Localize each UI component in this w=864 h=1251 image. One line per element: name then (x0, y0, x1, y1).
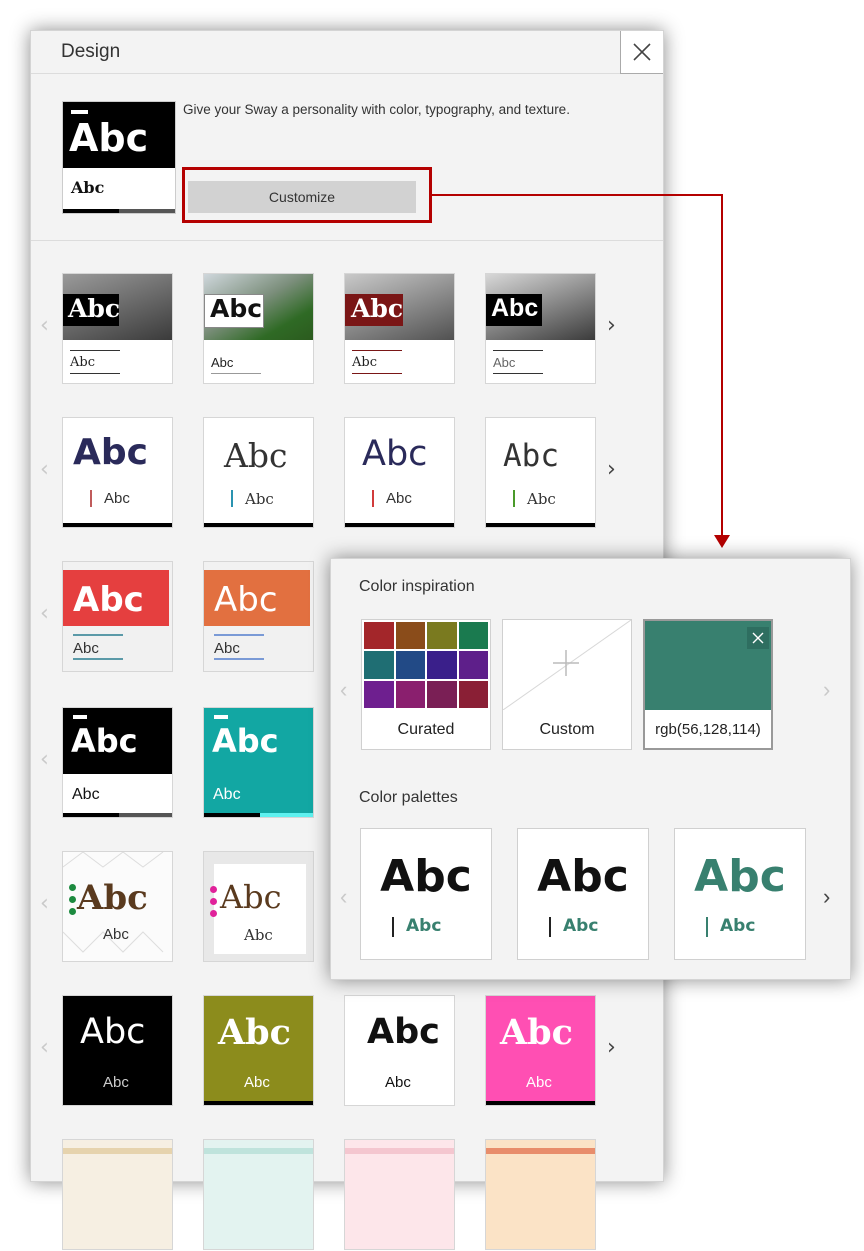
close-icon (752, 632, 764, 644)
curated-tile[interactable]: Curated (361, 619, 491, 750)
color-palettes-heading: Color palettes (359, 789, 458, 806)
current-theme-big-text: Abc (69, 116, 149, 160)
customize-highlight (182, 167, 432, 223)
divider (31, 240, 663, 241)
theme-card[interactable] (485, 1139, 596, 1250)
close-button[interactable] (620, 31, 663, 74)
custom-tile[interactable]: Custom (502, 619, 632, 750)
color-swatch (395, 622, 425, 650)
color-swatch (364, 622, 394, 650)
color-swatch (458, 622, 488, 650)
color-swatch (458, 680, 488, 708)
theme-card[interactable]: Abc Abc (485, 417, 596, 528)
theme-row-7 (31, 1139, 663, 1251)
pane-title: Design (61, 41, 121, 62)
color-swatch (364, 651, 394, 679)
theme-card[interactable]: Abc Abc (203, 273, 314, 384)
palette-card[interactable]: Abc Abc (517, 828, 649, 960)
color-swatch (395, 680, 425, 708)
palette-card[interactable]: Abc Abc (674, 828, 806, 960)
theme-card[interactable]: Abc Abc (62, 851, 173, 962)
selected-color-tile[interactable]: rgb(56,128,114) (643, 619, 773, 750)
selected-color-label: rgb(56,128,114) (645, 710, 771, 748)
theme-card[interactable]: Abc Abc (62, 995, 173, 1106)
palette-card[interactable]: Abc Abc (360, 828, 492, 960)
plus-icon (553, 650, 579, 676)
chevron-left-icon[interactable]: ‹ (340, 884, 347, 910)
theme-card[interactable]: Abc Abc (344, 417, 455, 528)
curated-label: Curated (362, 711, 490, 749)
color-swatch (364, 680, 394, 708)
chevron-right-icon[interactable]: › (607, 457, 616, 482)
color-inspiration-heading: Color inspiration (359, 578, 475, 595)
color-swatch (395, 651, 425, 679)
chevron-left-icon[interactable]: ‹ (40, 1035, 49, 1060)
theme-card[interactable]: Abc Abc (344, 273, 455, 384)
theme-card[interactable] (62, 1139, 173, 1250)
color-swatch (427, 651, 457, 679)
theme-card[interactable]: Abc Abc (203, 707, 314, 818)
close-icon (633, 43, 651, 61)
theme-card[interactable]: Abc Abc (62, 417, 173, 528)
chevron-left-icon[interactable]: ‹ (40, 313, 49, 338)
theme-row-6: ‹ Abc Abc Abc Abc Abc Abc Abc Abc › (31, 995, 663, 1107)
design-description: Give your Sway a personality with color,… (183, 102, 570, 117)
color-swatch (427, 622, 457, 650)
remove-color-button[interactable] (747, 627, 769, 649)
arrow-down-icon (714, 535, 730, 548)
theme-card[interactable] (344, 1139, 455, 1250)
chevron-left-icon[interactable]: ‹ (40, 891, 49, 916)
pane-header: Design (31, 31, 663, 74)
theme-card[interactable] (203, 1139, 314, 1250)
connector-line (432, 194, 723, 196)
theme-row-1: ‹ Abc Abc Abc Abc Abc Abc Abc Abc › (31, 273, 663, 385)
color-swatch (458, 651, 488, 679)
current-theme-small-text: Abc (71, 178, 105, 197)
current-theme-preview: Abc Abc (62, 101, 176, 214)
chevron-left-icon[interactable]: ‹ (40, 601, 49, 626)
curated-swatches (364, 622, 488, 708)
theme-card[interactable]: Abc Abc (62, 273, 173, 384)
chevron-right-icon[interactable]: › (607, 313, 616, 338)
theme-card[interactable]: Abc Abc (203, 561, 314, 672)
chevron-left-icon[interactable]: ‹ (340, 677, 347, 703)
theme-row-2: ‹ Abc Abc Abc Abc Abc Abc Abc Abc › (31, 417, 663, 529)
theme-card[interactable]: Abc Abc (203, 995, 314, 1106)
chevron-left-icon[interactable]: ‹ (40, 457, 49, 482)
theme-card[interactable]: Abc Abc (344, 995, 455, 1106)
theme-card[interactable]: Abc Abc (203, 851, 314, 962)
theme-card[interactable]: Abc Abc (62, 561, 173, 672)
theme-card[interactable]: Abc Abc (485, 995, 596, 1106)
color-swatch (427, 680, 457, 708)
chevron-right-icon[interactable]: › (823, 677, 830, 703)
connector-line (721, 194, 723, 538)
chevron-right-icon[interactable]: › (607, 1035, 616, 1060)
theme-card[interactable]: Abc Abc (62, 707, 173, 818)
chevron-left-icon[interactable]: ‹ (40, 747, 49, 772)
theme-card[interactable]: Abc Abc (203, 417, 314, 528)
theme-card[interactable]: Abc Abc (485, 273, 596, 384)
custom-label: Custom (503, 711, 631, 749)
chevron-right-icon[interactable]: › (823, 884, 830, 910)
